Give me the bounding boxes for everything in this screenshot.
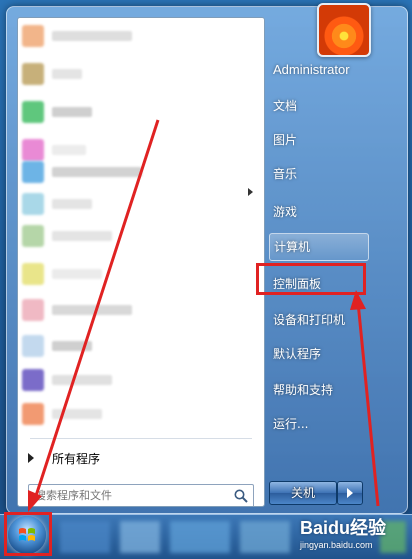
list-item[interactable] [18,260,264,288]
search-input[interactable] [29,485,231,505]
program-label [52,69,82,79]
start-button-highlight [4,512,52,556]
pictures-link[interactable]: 图片 [269,127,373,153]
shutdown-button[interactable]: 关机 [269,481,337,505]
all-programs-label: 所有程序 [52,452,101,466]
taskbar-item[interactable] [170,521,230,553]
program-icon [22,299,44,321]
list-item[interactable] [18,366,264,394]
separator [30,438,252,439]
list-item[interactable] [18,98,264,126]
list-item[interactable] [18,332,264,360]
watermark: Baidu经验 jingyan.baidu.com [296,510,412,558]
arrow-right-icon [28,453,34,463]
program-icon [22,25,44,47]
program-label [52,167,142,177]
program-label [52,305,132,315]
list-item[interactable] [18,296,264,324]
search-icon[interactable] [233,488,249,504]
program-icon [22,193,44,215]
program-icon [22,335,44,357]
documents-link[interactable]: 文档 [269,93,373,119]
program-icon [22,161,44,183]
list-item[interactable] [18,190,264,218]
default-programs-link[interactable]: 默认程序 [269,341,373,367]
help-support-link[interactable]: 帮助和支持 [269,377,373,403]
music-link[interactable]: 音乐 [269,161,373,187]
flower-avatar-icon[interactable] [317,3,371,57]
program-label [52,269,102,279]
submenu-arrow-icon[interactable] [248,188,253,196]
program-label [52,145,86,155]
program-label [52,409,102,419]
list-item[interactable] [18,60,264,88]
search-box[interactable] [28,484,254,506]
program-label [52,107,92,117]
watermark-url: jingyan.baidu.com [300,540,373,550]
taskbar-item[interactable] [60,521,110,553]
program-icon [22,369,44,391]
program-label [52,375,112,385]
list-item[interactable] [18,222,264,250]
shutdown-options-button[interactable] [337,481,363,505]
program-label [52,341,92,351]
start-menu-right-pane: Administrator 文档 图片 音乐 游戏 计算机 控制面板 设备和打印… [269,3,405,505]
all-programs-button[interactable]: 所有程序 [18,446,264,470]
computer-link[interactable]: 计算机 [269,233,369,261]
taskbar-item[interactable] [120,521,160,553]
taskbar-item[interactable] [240,521,290,553]
program-icon [22,403,44,425]
list-item[interactable] [18,22,264,50]
run-link[interactable]: 运行... [269,411,373,437]
devices-printers-link[interactable]: 设备和打印机 [269,307,373,333]
program-icon [22,263,44,285]
pinned-programs-list [18,18,264,434]
user-name-link[interactable]: Administrator [269,57,373,83]
start-menu: 所有程序 Administrator 文档 图片 音乐 游戏 计算机 控制面板 … [6,3,408,514]
program-icon [22,63,44,85]
program-icon [22,225,44,247]
program-label [52,199,92,209]
start-menu-left-pane: 所有程序 [17,17,265,507]
games-link[interactable]: 游戏 [269,199,373,225]
watermark-brand: Baidu经验 [300,518,387,538]
program-label [52,31,132,41]
list-item[interactable] [18,158,264,186]
program-label [52,231,112,241]
control-panel-highlight [256,263,366,295]
arrow-right-icon [347,488,353,498]
list-item[interactable] [18,400,264,428]
program-icon [22,101,44,123]
